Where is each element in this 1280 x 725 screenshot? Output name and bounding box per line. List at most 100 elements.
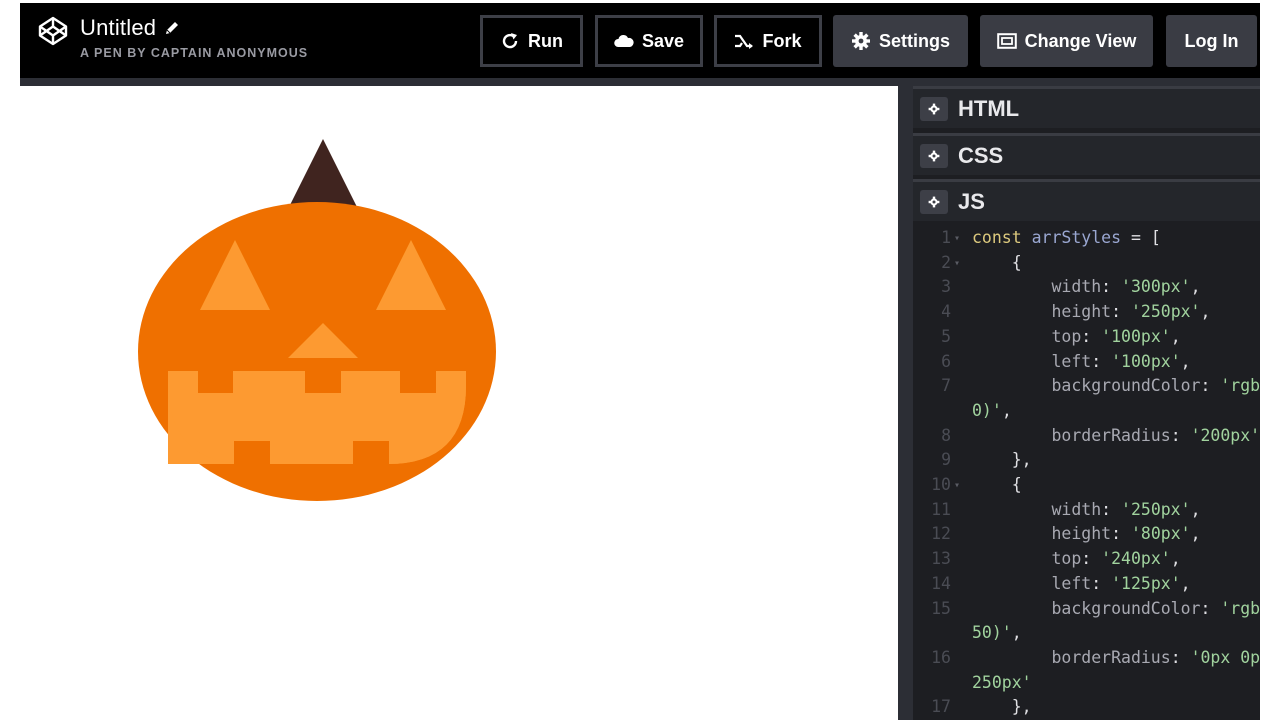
line-number: 1 <box>941 228 951 247</box>
code-text: }, <box>972 450 1032 470</box>
pencil-icon[interactable] <box>164 20 180 36</box>
pen-title[interactable]: Untitled <box>80 15 180 41</box>
code-text: const arrStyles = [ <box>972 228 1161 247</box>
code-line[interactable]: 3 width: '300px', <box>913 277 1260 302</box>
code-text: 0)', <box>972 400 1012 420</box>
layout-icon <box>996 33 1017 49</box>
html-panel-label: HTML <box>958 95 1020 121</box>
run-label: Run <box>528 30 563 51</box>
css-panel-header[interactable]: CSS <box>913 133 1260 175</box>
gear-icon <box>928 196 940 207</box>
fork-button[interactable]: Fork <box>714 15 822 67</box>
header-divider <box>20 78 1260 86</box>
line-number: 2 <box>941 252 951 272</box>
code-line[interactable]: 4 height: '250px', <box>913 302 1260 327</box>
result-preview[interactable] <box>20 86 898 720</box>
fork-label: Fork <box>762 30 802 51</box>
code-text: }, <box>972 697 1032 717</box>
fold-toggle-icon[interactable]: ▾ <box>954 480 960 491</box>
line-number: 4 <box>941 302 951 322</box>
line-number: 10 <box>931 475 951 494</box>
line-number: 12 <box>931 524 951 544</box>
pumpkin-stem <box>288 139 358 209</box>
code-line[interactable]: 17 }, <box>913 697 1260 720</box>
code-line[interactable]: 2 ▾ { <box>913 253 1260 278</box>
css-settings-button[interactable] <box>920 143 948 168</box>
change-view-label: Change View <box>1024 30 1137 51</box>
line-number: 9 <box>941 450 951 470</box>
editor-column: HTML CSS JS 1 ▾ const arrStyles = [2 ▾ {3 <box>913 86 1260 720</box>
code-line[interactable]: 1 ▾ const arrStyles = [ <box>913 228 1260 253</box>
save-button[interactable]: Save <box>595 15 703 67</box>
gear-icon <box>928 103 940 114</box>
code-text: left: '125px', <box>972 573 1191 593</box>
code-text: borderRadius: '0px 0p <box>972 647 1260 667</box>
login-button[interactable]: Log In <box>1166 15 1257 67</box>
code-text: { <box>972 475 1022 494</box>
code-line[interactable]: 12 height: '80px', <box>913 524 1260 549</box>
code-line[interactable]: 6 left: '100px', <box>913 352 1260 377</box>
code-line[interactable]: 15 backgroundColor: 'rgb <box>913 599 1260 624</box>
code-text: top: '100px', <box>972 326 1181 346</box>
settings-button[interactable]: Settings <box>833 15 968 67</box>
code-line[interactable]: 50)', <box>913 623 1260 648</box>
top-header: Untitled A PEN BY CAPTAIN ANONYMOUS Run … <box>20 3 1260 80</box>
js-code-editor[interactable]: 1 ▾ const arrStyles = [2 ▾ {3 width: '300px… <box>913 222 1260 720</box>
css-panel-label: CSS <box>958 142 1004 168</box>
change-view-button[interactable]: Change View <box>980 15 1153 67</box>
code-line[interactable]: 14 left: '125px', <box>913 574 1260 599</box>
js-panel-label: JS <box>958 188 985 214</box>
line-number: 11 <box>931 499 951 519</box>
js-panel-header[interactable]: JS <box>913 179 1260 221</box>
line-number: 13 <box>931 549 951 569</box>
code-text: left: '100px', <box>972 351 1191 371</box>
pumpkin-tooth <box>305 371 341 393</box>
code-text: 50)', <box>972 623 1022 643</box>
pumpkin-drawing <box>138 139 496 501</box>
login-label: Log In <box>1184 30 1239 51</box>
pen-author: A PEN BY CAPTAIN ANONYMOUS <box>80 46 309 60</box>
code-line[interactable]: 16 borderRadius: '0px 0p <box>913 648 1260 673</box>
code-line[interactable]: 5 top: '100px', <box>913 327 1260 352</box>
frame-right <box>1260 0 1280 720</box>
line-number: 6 <box>941 351 951 371</box>
code-line[interactable]: 7 backgroundColor: 'rgb <box>913 376 1260 401</box>
line-number: 14 <box>931 573 951 593</box>
line-number: 16 <box>931 647 951 667</box>
html-settings-button[interactable] <box>920 96 948 121</box>
code-text: height: '250px', <box>972 302 1211 322</box>
line-number: 15 <box>931 598 951 618</box>
editor-resize-handle[interactable] <box>898 86 913 720</box>
fold-toggle-icon[interactable]: ▾ <box>954 258 960 269</box>
fold-toggle-icon[interactable]: ▾ <box>954 233 960 244</box>
code-text: backgroundColor: 'rgb <box>972 376 1260 396</box>
code-text: height: '80px', <box>972 524 1201 544</box>
code-line[interactable]: 250px' <box>913 673 1260 698</box>
line-number: 7 <box>941 376 951 396</box>
code-line[interactable]: 13 top: '240px', <box>913 549 1260 574</box>
codepen-logo-icon[interactable] <box>38 16 68 46</box>
pen-title-text[interactable]: Untitled <box>80 15 156 41</box>
pumpkin-tooth <box>234 441 270 466</box>
js-settings-button[interactable] <box>920 189 948 214</box>
line-number: 8 <box>941 425 951 445</box>
code-line[interactable]: 10 ▾ { <box>913 475 1260 500</box>
code-line[interactable]: 0)', <box>913 401 1260 426</box>
fork-icon <box>735 34 754 49</box>
save-label: Save <box>641 30 685 51</box>
run-button[interactable]: Run <box>480 15 583 67</box>
line-number: 17 <box>931 697 951 717</box>
cloud-icon <box>614 34 634 47</box>
pumpkin-tooth <box>198 371 233 393</box>
code-line[interactable]: 8 borderRadius: '200px' <box>913 426 1260 451</box>
code-line[interactable]: 9 }, <box>913 450 1260 475</box>
gear-icon <box>851 32 870 50</box>
code-text: top: '240px', <box>972 549 1181 569</box>
settings-label: Settings <box>878 30 950 51</box>
code-text: borderRadius: '200px' <box>972 425 1260 445</box>
gear-icon <box>928 150 940 161</box>
code-line[interactable]: 11 width: '250px', <box>913 500 1260 525</box>
refresh-icon <box>502 33 518 49</box>
html-panel-header[interactable]: HTML <box>913 86 1260 128</box>
code-text: 250px' <box>972 672 1032 692</box>
